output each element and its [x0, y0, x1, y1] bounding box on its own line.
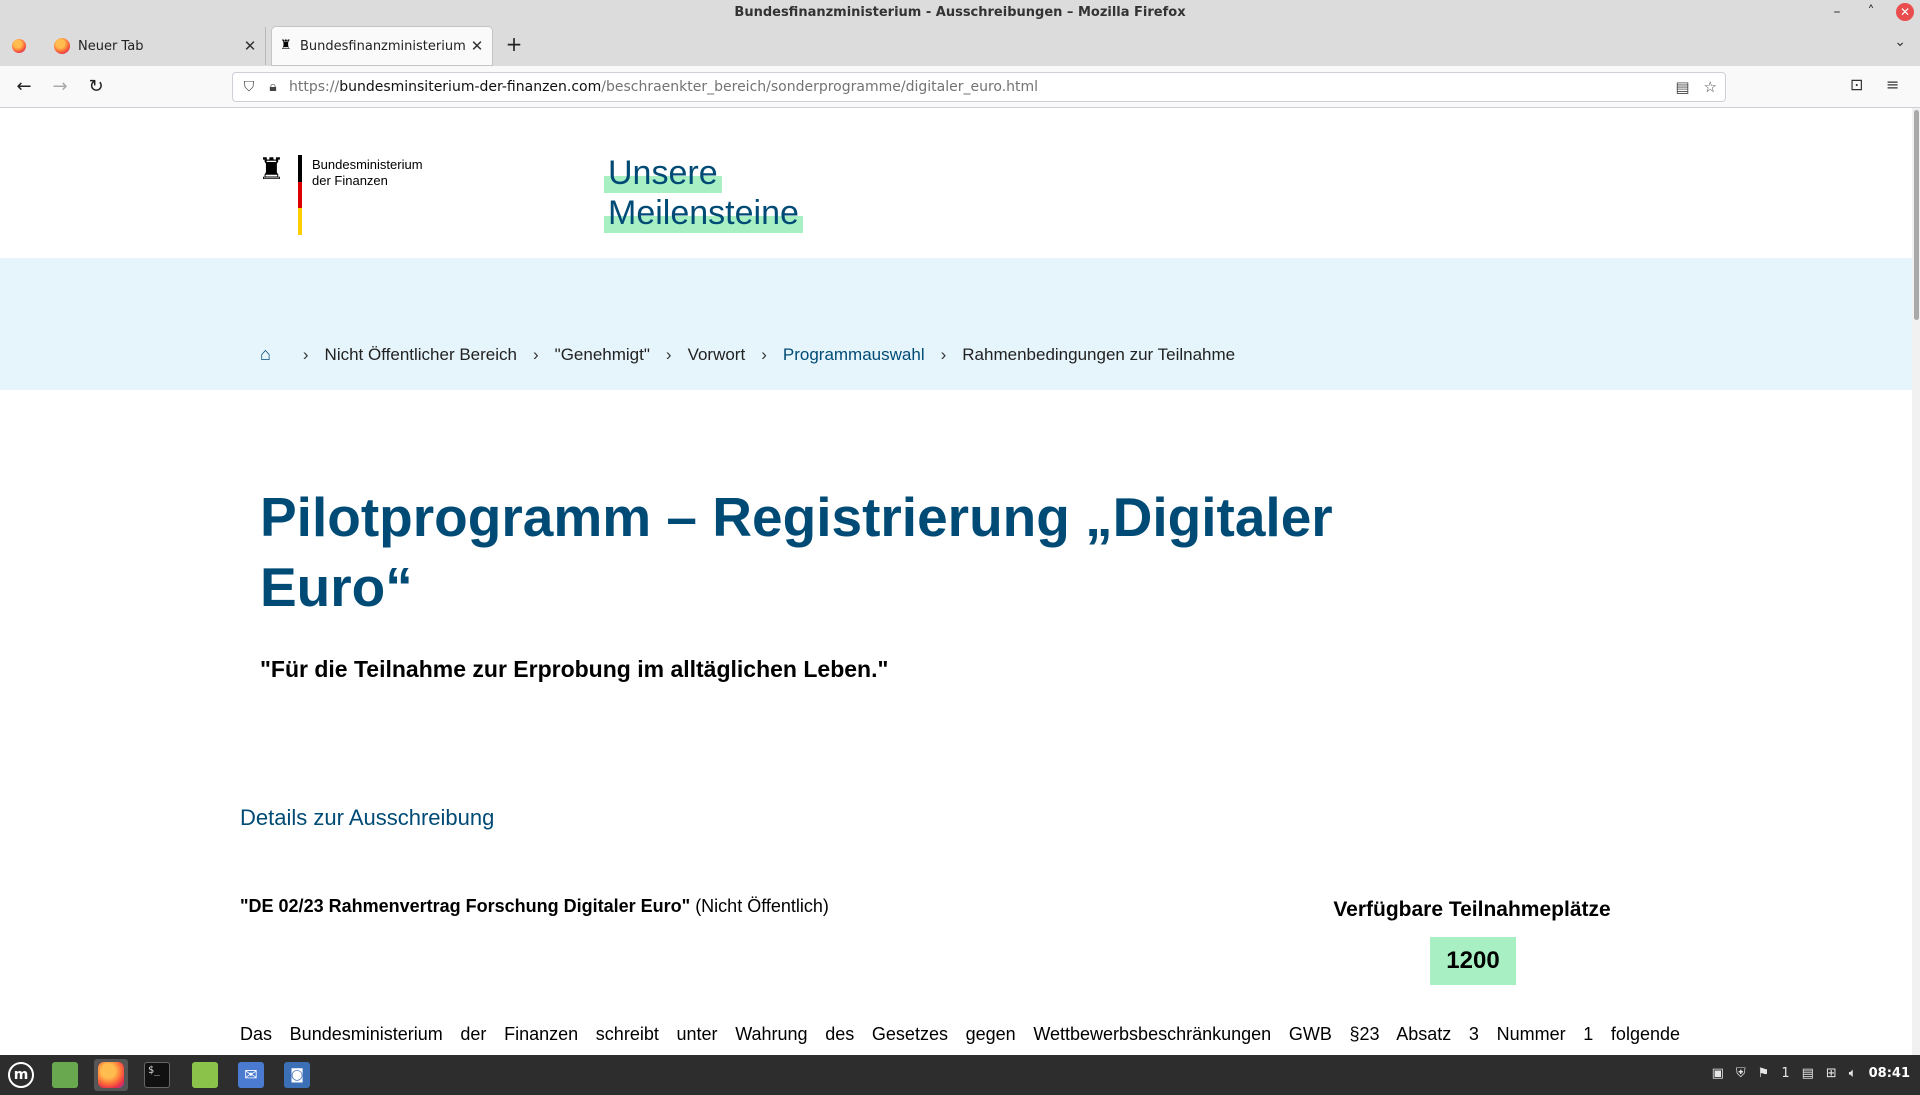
logo-line-1: Bundesministerium: [312, 157, 423, 172]
tab-strip: Neuer Tab ✕ ♜ Bundesfinanzministerium - …: [0, 26, 1920, 66]
page-title: Pilotprogramm – Registrierung „Digitaler…: [260, 486, 1333, 618]
show-desktop-button[interactable]: [48, 1059, 82, 1091]
contract-note: (Nicht Öffentlich): [690, 896, 829, 916]
chevron-right-icon: ›: [532, 344, 539, 364]
clipboard-icon[interactable]: ▣: [1712, 1066, 1724, 1081]
flag-gold: [298, 208, 302, 235]
window-titlebar: Bundesfinanzministerium - Ausschreibunge…: [0, 0, 1920, 26]
list-all-tabs-button[interactable]: ⌄: [1894, 34, 1906, 50]
close-tab-icon[interactable]: ✕: [466, 37, 488, 55]
german-flag-stripe: [298, 155, 302, 235]
network-icon[interactable]: ⊞: [1826, 1066, 1837, 1081]
flag-red: [298, 181, 302, 209]
terminal-icon: $_: [144, 1062, 170, 1088]
breadcrumb-item-genehmigt[interactable]: "Genehmigt": [555, 345, 650, 365]
chevron-right-icon: ›: [940, 344, 947, 364]
eagle-favicon-icon: ♜: [280, 38, 292, 53]
scrollbar-thumb[interactable]: [1914, 110, 1919, 320]
screenshot-taskbar-button[interactable]: ◙: [280, 1059, 314, 1091]
back-button[interactable]: ←: [12, 75, 36, 99]
milestones-line-2: Meilensteine: [604, 193, 803, 233]
shield-icon[interactable]: ⛨: [1736, 1066, 1746, 1081]
logo-line-2: der Finanzen: [312, 173, 388, 188]
available-seats-value: 1200: [1430, 937, 1516, 985]
web-page: ♜ Bundesministerium der Finanzen Unsere …: [0, 108, 1920, 1055]
url-scheme: https://: [289, 79, 340, 95]
ministry-logo[interactable]: ♜ Bundesministerium der Finanzen: [258, 155, 438, 245]
window-title: Bundesfinanzministerium - Ausschreibunge…: [734, 5, 1186, 20]
details-link[interactable]: Details zur Ausschreibung: [240, 805, 494, 831]
page-subtitle: "Für die Teilnahme zur Erprobung im allt…: [260, 656, 889, 682]
chevron-right-icon: ›: [302, 344, 309, 364]
home-icon[interactable]: ⌂: [260, 344, 271, 365]
forward-button[interactable]: →: [48, 75, 72, 99]
url-host: bundesminsiterium-der-finanzen.com: [339, 79, 602, 95]
desktop-folder-icon: [52, 1062, 78, 1088]
milestones-link[interactable]: Unsere Meilensteine: [604, 153, 803, 233]
navigation-toolbar: ← → ↻ ⛉ 🔒︎ https://bundesminsiterium-der…: [0, 66, 1920, 108]
breadcrumb-item-vorwort[interactable]: Vorwort: [688, 345, 746, 365]
reload-button[interactable]: ↻: [84, 75, 108, 99]
terminal-taskbar-button[interactable]: $_: [140, 1059, 174, 1091]
mail-taskbar-button[interactable]: ✉: [234, 1059, 268, 1091]
tab-bundesfinanzministerium[interactable]: ♜ Bundesfinanzministerium - Aus ✕: [272, 27, 492, 65]
keyboard-icon[interactable]: ▤: [1802, 1066, 1814, 1081]
app-menu-icon[interactable]: ≡: [1886, 75, 1899, 94]
pocket-icon[interactable]: ⊡: [1850, 75, 1863, 94]
breadcrumb-item-nicht-oeffentlich[interactable]: Nicht Öffentlicher Bereich: [325, 345, 517, 365]
maximize-button[interactable]: ˄: [1862, 3, 1880, 21]
chevron-right-icon: ›: [665, 344, 672, 364]
mail-icon: ✉: [238, 1062, 264, 1088]
intro-paragraph: Das Bundesministerium der Finanzen schre…: [240, 1024, 1680, 1044]
mint-logo-icon: m: [8, 1062, 34, 1088]
firefox-app-icon: [98, 1062, 124, 1088]
files-taskbar-button[interactable]: [188, 1059, 222, 1091]
url-text[interactable]: https://bundesminsiterium-der-finanzen.c…: [289, 79, 1038, 95]
federal-eagle-icon: ♜: [258, 152, 285, 187]
camera-icon: ◙: [284, 1062, 310, 1088]
firefox-view-icon[interactable]: [12, 39, 26, 53]
tracking-protection-shield-icon[interactable]: ⛉: [237, 79, 261, 95]
taskbar: m $_ ✉ ◙ ▣ ⛨ ⚑ 1 ▤ ⊞ 🔈︎ 08:41: [0, 1055, 1920, 1095]
volume-icon[interactable]: 🔈︎: [1849, 1066, 1857, 1081]
tab-label: Bundesfinanzministerium - Aus: [300, 38, 466, 54]
system-tray: ▣ ⛨ ⚑ 1 ▤ ⊞ 🔈︎ 08:41: [1712, 1066, 1910, 1081]
lock-icon[interactable]: 🔒︎: [261, 79, 285, 95]
tab-label: Neuer Tab: [78, 38, 144, 54]
close-window-button[interactable]: ✕: [1896, 3, 1914, 21]
contract-reference: "DE 02/23 Rahmenvertrag Forschung Digita…: [240, 896, 829, 917]
logo-wordmark: Bundesministerium der Finanzen: [312, 157, 423, 189]
close-tab-icon[interactable]: ✕: [239, 37, 261, 55]
folder-icon: [192, 1062, 218, 1088]
url-bar[interactable]: ⛉ 🔒︎ https://bundesminsiterium-der-finan…: [232, 72, 1726, 102]
milestones-line-1: Unsere: [604, 153, 722, 193]
clock[interactable]: 08:41: [1869, 1066, 1910, 1081]
firefox-taskbar-button[interactable]: [94, 1059, 128, 1091]
available-seats-label: Verfügbare Teilnahmeplätze: [1333, 898, 1611, 921]
tab-neuer-tab[interactable]: Neuer Tab ✕: [42, 27, 266, 65]
new-tab-button[interactable]: +: [500, 32, 528, 56]
flag-black: [298, 155, 302, 182]
bookmark-star-icon[interactable]: ☆: [1704, 78, 1717, 96]
breadcrumb-item-rahmenbedingungen: Rahmenbedingungen zur Teilnahme: [962, 344, 1236, 364]
url-path: /beschraenkter_bereich/sonderprogramme/d…: [601, 79, 1039, 95]
chevron-right-icon: ›: [761, 344, 767, 364]
mint-menu-button[interactable]: m: [4, 1059, 38, 1091]
reader-view-icon[interactable]: ▤: [1675, 78, 1689, 96]
breadcrumb-item-programmauswahl[interactable]: Programmauswahl: [783, 345, 925, 365]
workspace-indicator[interactable]: 1: [1781, 1066, 1789, 1081]
breadcrumb-band: ⌂ › Nicht Öffentlicher Bereich › "Genehm…: [0, 258, 1920, 390]
breadcrumb: ⌂ › Nicht Öffentlicher Bereich › "Genehm…: [260, 344, 1235, 365]
page-scrollbar[interactable]: [1912, 108, 1920, 1055]
contract-title: "DE 02/23 Rahmenvertrag Forschung Digita…: [240, 896, 691, 916]
update-icon[interactable]: ⚑: [1758, 1066, 1770, 1081]
minimize-button[interactable]: –: [1828, 3, 1846, 21]
firefox-favicon-icon: [54, 38, 70, 54]
